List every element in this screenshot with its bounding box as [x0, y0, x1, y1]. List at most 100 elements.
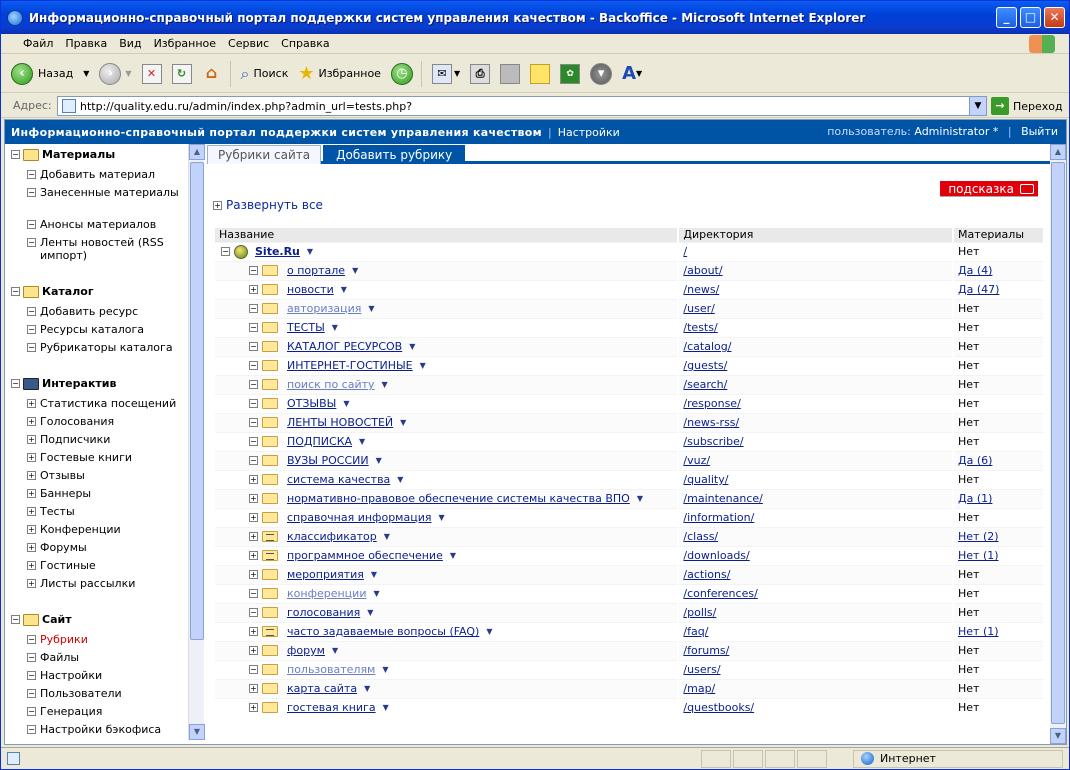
minus-icon[interactable]: −	[249, 456, 258, 465]
minus-icon[interactable]: −	[249, 665, 258, 674]
minus-icon[interactable]: −	[27, 689, 36, 698]
dropdown-caret-icon[interactable]: ▼	[332, 323, 338, 332]
dropdown-caret-icon[interactable]: ▼	[332, 646, 338, 655]
directory-link[interactable]: /search/	[683, 378, 727, 391]
dropdown-caret-icon[interactable]: ▼	[307, 247, 313, 256]
plus-icon[interactable]: +	[249, 532, 258, 541]
minimize-button[interactable]: _	[996, 7, 1017, 28]
icq-button[interactable]: ✿	[560, 63, 581, 84]
scroll-up-icon[interactable]: ▲	[1050, 144, 1066, 160]
sidebar-item[interactable]: + Подписчики	[27, 433, 187, 446]
logout-link[interactable]: Выйти	[1021, 125, 1058, 138]
dropdown-caret-icon[interactable]: ▼	[364, 684, 370, 693]
dropdown-caret-icon[interactable]: ▼	[397, 475, 403, 484]
sidebar-item[interactable]: − Настройки бэкофиса	[27, 723, 187, 736]
sidebar-item[interactable]: − Ресурсы каталога	[27, 323, 187, 336]
materials-value[interactable]: Да (47)	[958, 283, 999, 296]
directory-link[interactable]: /subscribe/	[683, 435, 743, 448]
materials-value[interactable]: Да (1)	[958, 492, 992, 505]
sidebar-item[interactable]: + Гостевые книги	[27, 451, 187, 464]
directory-link[interactable]: /downloads/	[683, 549, 749, 562]
rubric-link[interactable]: ОТЗЫВЫ	[287, 397, 336, 410]
minus-icon[interactable]: −	[27, 725, 36, 734]
note-button[interactable]	[530, 63, 551, 84]
rubric-link[interactable]: о портале	[287, 264, 345, 277]
plus-icon[interactable]: +	[249, 570, 258, 579]
sidebar-item[interactable]: + Баннеры	[27, 487, 187, 500]
plus-icon[interactable]: +	[249, 494, 258, 503]
sidebar-item[interactable]: − Рубрикаторы каталога	[27, 341, 187, 354]
materials-value[interactable]: Да (4)	[958, 264, 992, 277]
minus-icon[interactable]: −	[249, 266, 258, 275]
plus-icon[interactable]: +	[27, 507, 36, 516]
minus-icon[interactable]: −	[11, 379, 20, 388]
go-button[interactable]: → Переход	[991, 97, 1063, 115]
dropdown-caret-icon[interactable]: ▼	[352, 266, 358, 275]
scroll-thumb[interactable]	[1051, 162, 1065, 724]
plus-icon[interactable]: +	[27, 435, 36, 444]
sidebar-item[interactable]: + Отзывы	[27, 469, 187, 482]
rubric-link[interactable]: конференции	[287, 587, 366, 600]
sidebar-item[interactable]: − Пользователи	[27, 687, 187, 700]
sidebar-item[interactable]: − Добавить ресурс	[27, 305, 187, 318]
tab-site-rubrics[interactable]: Рубрики сайта	[207, 145, 322, 164]
sidebar-item[interactable]: + Статистика посещений	[27, 397, 187, 410]
hint-button[interactable]: подсказка	[940, 181, 1038, 197]
directory-link[interactable]: /map/	[683, 682, 715, 695]
minus-icon[interactable]: −	[249, 608, 258, 617]
directory-link[interactable]: /about/	[683, 264, 722, 277]
mail-button[interactable]: ✉ ▼	[431, 63, 460, 84]
rubric-link[interactable]: форум	[287, 644, 325, 657]
dropdown-caret-icon[interactable]: ▼	[486, 627, 492, 636]
scroll-thumb[interactable]	[190, 162, 204, 640]
maximize-button[interactable]: □	[1020, 7, 1041, 28]
rubric-link[interactable]: пользователям	[287, 663, 375, 676]
sidebar-group[interactable]: − Сайт	[11, 613, 72, 626]
sidebar-item[interactable]: − Настройки	[27, 669, 187, 682]
plus-icon[interactable]: +	[27, 471, 36, 480]
plus-icon[interactable]: +	[249, 703, 258, 713]
rubric-link[interactable]: новости	[287, 283, 334, 296]
minus-icon[interactable]: −	[27, 707, 36, 716]
directory-link[interactable]: /actions/	[683, 568, 730, 581]
minus-icon[interactable]: −	[27, 307, 36, 316]
dropdown-caret-icon[interactable]: ▼	[371, 570, 377, 579]
dropdown-caret-icon[interactable]: ▼	[382, 665, 388, 674]
plus-icon[interactable]: +	[27, 453, 36, 462]
rubric-link[interactable]: КАТАЛОГ РЕСУРСОВ	[287, 340, 402, 353]
directory-link[interactable]: /vuz/	[683, 454, 710, 467]
sidebar-item[interactable]: + Гостиные	[27, 559, 187, 572]
minus-icon[interactable]: −	[27, 343, 36, 352]
stop-button[interactable]: ✕	[141, 63, 162, 84]
menu-edit[interactable]: Правка	[65, 37, 107, 50]
plus-icon[interactable]: +	[27, 561, 36, 570]
plus-icon[interactable]: +	[27, 579, 36, 588]
scroll-down-icon[interactable]: ▼	[1050, 728, 1066, 744]
rubric-link[interactable]: голосования	[287, 606, 360, 619]
back-button[interactable]: ‹ Назад ▼	[11, 62, 89, 85]
shield-button[interactable]: ▾	[590, 62, 613, 85]
minus-icon[interactable]: −	[27, 671, 36, 680]
dropdown-caret-icon[interactable]: ▼	[341, 285, 347, 294]
directory-link[interactable]: /catalog/	[683, 340, 731, 353]
plus-icon[interactable]: +	[249, 646, 258, 655]
font-button[interactable]: A ▼	[622, 63, 642, 84]
sidebar-group[interactable]: − Материалы	[11, 148, 115, 161]
rubric-link[interactable]: авторизация	[287, 302, 361, 315]
sidebar-item[interactable]: − Занесенные материалы	[27, 186, 187, 199]
rubric-link[interactable]: ТЕСТЫ	[287, 321, 325, 334]
dropdown-caret-icon[interactable]: ▼	[373, 589, 379, 598]
directory-link[interactable]: /news/	[683, 283, 719, 296]
rubric-link[interactable]: справочная информация	[287, 511, 431, 524]
directory-link[interactable]: /quality/	[683, 473, 728, 486]
settings-link[interactable]: Настройки	[558, 126, 620, 139]
sidebar-item[interactable]: + Конференции	[27, 523, 187, 536]
rubric-link[interactable]: нормативно-правовое обеспечение системы …	[287, 492, 630, 505]
minus-icon[interactable]: −	[27, 188, 36, 197]
rubric-link[interactable]: ПОДПИСКА	[287, 435, 352, 448]
rubric-link[interactable]: система качества	[287, 473, 390, 486]
dropdown-caret-icon[interactable]: ▼	[343, 399, 349, 408]
directory-link[interactable]: /class/	[683, 530, 718, 543]
minus-icon[interactable]: −	[11, 615, 20, 624]
dropdown-caret-icon[interactable]: ▼	[384, 532, 390, 541]
